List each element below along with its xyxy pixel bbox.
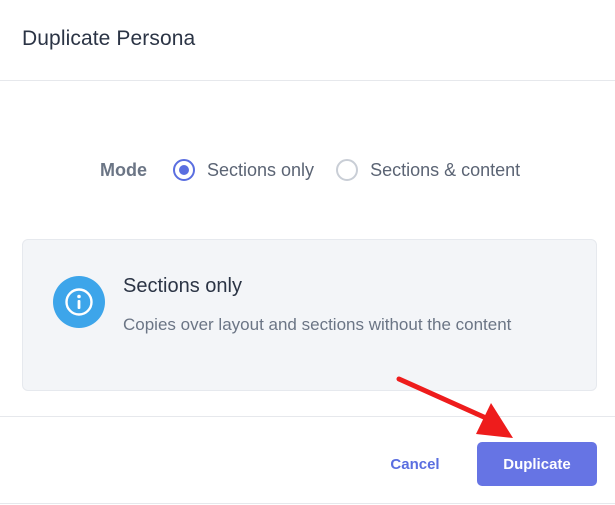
radio-sections-only[interactable]: Sections only — [173, 159, 314, 181]
duplicate-button[interactable]: Duplicate — [477, 442, 597, 486]
radio-sections-and-content[interactable]: Sections & content — [336, 159, 520, 181]
radio-label-sections-and-content: Sections & content — [370, 159, 521, 180]
bottom-divider — [0, 503, 615, 504]
dialog-title: Duplicate Persona — [22, 27, 196, 50]
radio-label-sections-only: Sections only — [207, 159, 315, 180]
info-icon — [53, 276, 105, 328]
footer-divider — [0, 416, 615, 417]
radio-button-checked[interactable] — [173, 159, 195, 181]
mode-label: Mode — [100, 159, 147, 180]
mode-selector: Mode Sections only Sections & content — [100, 156, 520, 184]
dialog-header: Duplicate Persona — [0, 0, 615, 81]
info-title: Sections only — [123, 275, 242, 297]
cancel-button[interactable]: Cancel — [380, 446, 450, 482]
info-description: Copies over layout and sections without … — [123, 315, 512, 334]
radio-button-unchecked[interactable] — [336, 159, 359, 181]
info-panel: Sections only Copies over layout and sec… — [22, 239, 597, 391]
